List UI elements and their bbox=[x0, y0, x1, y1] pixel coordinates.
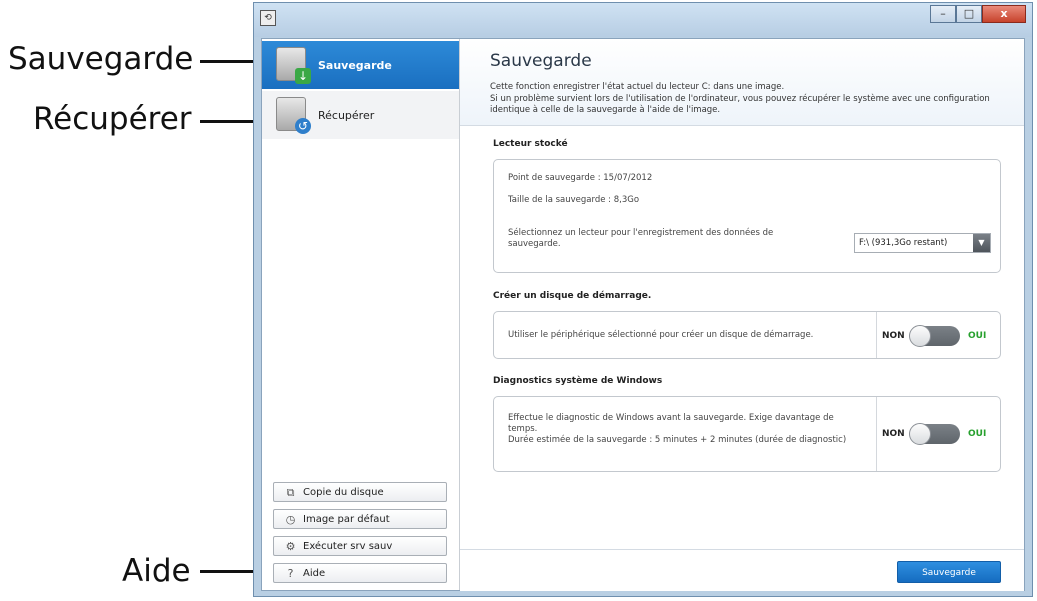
default-image-button[interactable]: ◷ Image par défaut bbox=[273, 509, 447, 529]
maximize-button[interactable]: □ bbox=[956, 5, 982, 23]
boot-disk-toggle[interactable]: NON OUI bbox=[882, 325, 987, 347]
run-service-icon: ⚙ bbox=[285, 539, 296, 553]
restore-arrow-icon: ↺ bbox=[276, 97, 311, 134]
boot-disk-separator bbox=[876, 312, 877, 358]
minimize-button[interactable]: – bbox=[930, 5, 956, 23]
diagnostics-toggle-on-label: OUI bbox=[968, 429, 987, 439]
diagnostics-text-line-1: Effectue le diagnostic de Windows avant … bbox=[508, 413, 834, 423]
sidebar-item-recuperer[interactable]: ↺ Récupérer bbox=[262, 91, 459, 139]
main-content: Sauvegarde Cette fonction enregistrer l'… bbox=[460, 39, 1024, 591]
diagnostics-text-line-3: Durée estimée de la sauvegarde : 5 minut… bbox=[508, 435, 847, 445]
diagnostics-text-line-2: temps. bbox=[508, 424, 538, 434]
toggle-knob bbox=[909, 423, 931, 445]
boot-disk-text: Utiliser le périphérique sélectionné pou… bbox=[508, 330, 814, 340]
diagnostics-toggle-switch[interactable] bbox=[909, 423, 960, 445]
help-button[interactable]: ? Aide bbox=[273, 563, 447, 583]
select-drive-text: Sélectionnez un lecteur pour l'enregistr… bbox=[508, 228, 773, 250]
page-description: Cette fonction enregistrer l'état actuel… bbox=[490, 82, 1020, 117]
boot-disk-toggle-switch[interactable] bbox=[909, 325, 960, 347]
sidebar-item-sauvegarde[interactable]: ↓ Sauvegarde bbox=[262, 41, 459, 89]
description-line-1: Cette fonction enregistrer l'état actuel… bbox=[490, 82, 785, 92]
diagnostics-toggle[interactable]: NON OUI bbox=[882, 423, 987, 445]
run-service-button[interactable]: ⚙ Exécuter srv sauv bbox=[273, 536, 447, 556]
close-button[interactable]: x bbox=[982, 5, 1026, 23]
diagnostics-text: Effectue le diagnostic de Windows avant … bbox=[508, 413, 868, 446]
callout-aide: Aide bbox=[122, 553, 191, 589]
page-title: Sauvegarde bbox=[490, 51, 592, 71]
diagnostics-toggle-off-label: NON bbox=[882, 429, 905, 439]
description-line-3: identique à celle de la sauvegarde à l'a… bbox=[490, 105, 721, 115]
boot-disk-panel: Utiliser le périphérique sélectionné pou… bbox=[493, 311, 1001, 359]
default-image-label: Image par défaut bbox=[303, 513, 390, 525]
save-button[interactable]: Sauvegarde bbox=[897, 561, 1001, 583]
app-icon: ⟲ bbox=[260, 10, 276, 26]
callout-recuperer: Récupérer bbox=[33, 101, 192, 137]
window-controls: – □ x bbox=[930, 5, 1026, 25]
title-bar[interactable]: ⟲ – □ x bbox=[254, 3, 1032, 37]
default-image-icon: ◷ bbox=[285, 512, 296, 526]
footer-bar: Sauvegarde bbox=[460, 549, 1024, 591]
app-window: ⟲ – □ x ↓ Sauvegarde ↺ Récupérer ⧉ Copie… bbox=[253, 2, 1033, 597]
boot-disk-toggle-on-label: OUI bbox=[968, 331, 987, 341]
run-service-label: Exécuter srv sauv bbox=[303, 540, 393, 552]
chevron-down-icon[interactable]: ▼ bbox=[973, 234, 990, 252]
boot-disk-toggle-off-label: NON bbox=[882, 331, 905, 341]
toggle-knob bbox=[909, 325, 931, 347]
disk-copy-icon: ⧉ bbox=[286, 485, 295, 499]
select-drive-text-line-2: sauvegarde. bbox=[508, 239, 561, 249]
diagnostics-title: Diagnostics système de Windows bbox=[493, 376, 663, 386]
backup-down-arrow-icon: ↓ bbox=[276, 47, 311, 84]
diagnostics-panel: Effectue le diagnostic de Windows avant … bbox=[493, 396, 1001, 472]
stored-drive-title: Lecteur stocké bbox=[493, 139, 568, 149]
sidebar: ↓ Sauvegarde ↺ Récupérer ⧉ Copie du disq… bbox=[262, 39, 460, 590]
sidebar-item-label: Sauvegarde bbox=[318, 58, 392, 72]
client-area: ↓ Sauvegarde ↺ Récupérer ⧉ Copie du disq… bbox=[261, 38, 1025, 591]
backup-point-text: Point de sauvegarde : 15/07/2012 bbox=[508, 173, 653, 183]
select-drive-text-line-1: Sélectionnez un lecteur pour l'enregistr… bbox=[508, 228, 774, 238]
drive-select-value: F:\ (931,3Go restant) bbox=[859, 238, 948, 248]
drive-select[interactable]: F:\ (931,3Go restant) ▼ bbox=[854, 233, 991, 253]
page-header: Sauvegarde Cette fonction enregistrer l'… bbox=[460, 39, 1024, 126]
help-label: Aide bbox=[303, 567, 326, 579]
description-line-2: Si un problème survient lors de l'utilis… bbox=[490, 93, 990, 104]
diagnostics-separator bbox=[876, 397, 877, 471]
stored-drive-panel: Point de sauvegarde : 15/07/2012 Taille … bbox=[493, 159, 1001, 273]
callout-sauvegarde: Sauvegarde bbox=[8, 41, 194, 77]
disk-copy-button[interactable]: ⧉ Copie du disque bbox=[273, 482, 447, 502]
sidebar-item-label: Récupérer bbox=[318, 108, 375, 122]
backup-size-text: Taille de la sauvegarde : 8,3Go bbox=[508, 195, 640, 205]
disk-copy-label: Copie du disque bbox=[303, 486, 384, 498]
boot-disk-title: Créer un disque de démarrage. bbox=[493, 291, 652, 301]
help-icon: ? bbox=[287, 566, 294, 580]
